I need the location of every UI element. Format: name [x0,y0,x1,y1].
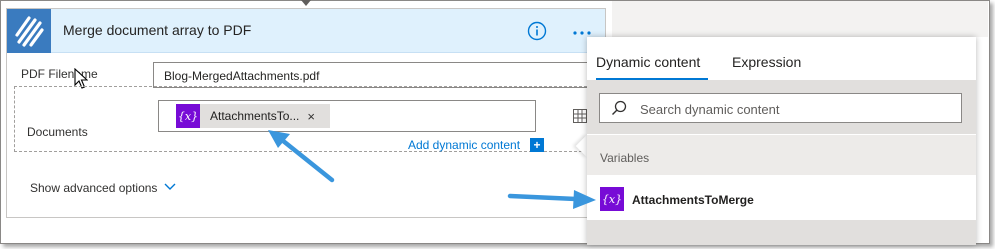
canvas-background [612,1,988,37]
token-label: AttachmentsTo... [210,109,300,123]
annotation-arrow [268,130,335,183]
card-header[interactable]: Merge document array to PDF [7,9,605,53]
connector-notch [301,0,311,6]
documents-token[interactable]: {x} AttachmentsTo... × [176,104,330,128]
list-item-attachments-to-merge[interactable]: AttachmentsToMerge [632,193,754,207]
flow-icon [7,9,51,53]
variable-badge-icon: {x} [176,104,200,128]
dynamic-content-panel: Dynamic content Expression Search dynami… [587,37,976,245]
chevron-down-icon[interactable] [164,182,176,192]
show-advanced-options-link[interactable]: Show advanced options [30,181,157,195]
add-dynamic-content-plus-icon[interactable]: + [530,138,544,152]
table-icon[interactable] [572,108,588,124]
search-icon [612,100,627,115]
token-remove-button[interactable]: × [307,109,315,124]
annotation-arrow [507,190,596,209]
variables-section-label: Variables [600,151,650,165]
tab-expression[interactable]: Expression [732,54,801,70]
variable-badge-icon: {x} [600,187,624,211]
add-dynamic-content-link[interactable]: Add dynamic content [408,138,520,152]
card-title: Merge document array to PDF [63,22,252,38]
search-placeholder: Search dynamic content [640,102,780,117]
info-icon[interactable] [527,21,547,41]
pdf-filename-input[interactable]: Blog-MergedAttachments.pdf [153,62,593,88]
documents-label: Documents [27,125,88,139]
tab-dynamic-content[interactable]: Dynamic content [596,54,700,70]
next-list-item [587,220,976,245]
